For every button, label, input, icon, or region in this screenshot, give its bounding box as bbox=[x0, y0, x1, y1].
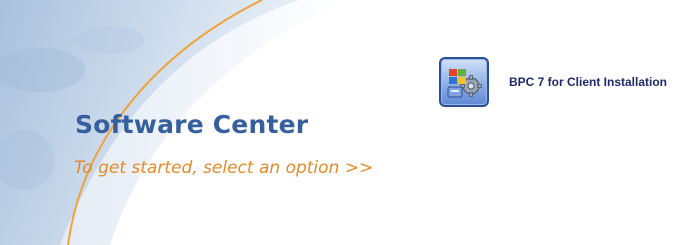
option-bpc7-client-installation[interactable]: BPC 7 for Client Installation bbox=[439, 57, 667, 107]
installer-icon[interactable] bbox=[439, 57, 489, 107]
app-title: Software Center bbox=[75, 110, 309, 139]
installer-icon-graphic bbox=[447, 69, 482, 98]
software-center-window: Software Center To get started, select a… bbox=[0, 0, 677, 245]
option-label[interactable]: BPC 7 for Client Installation bbox=[509, 75, 667, 89]
app-subtitle: To get started, select an option >> bbox=[74, 158, 374, 178]
